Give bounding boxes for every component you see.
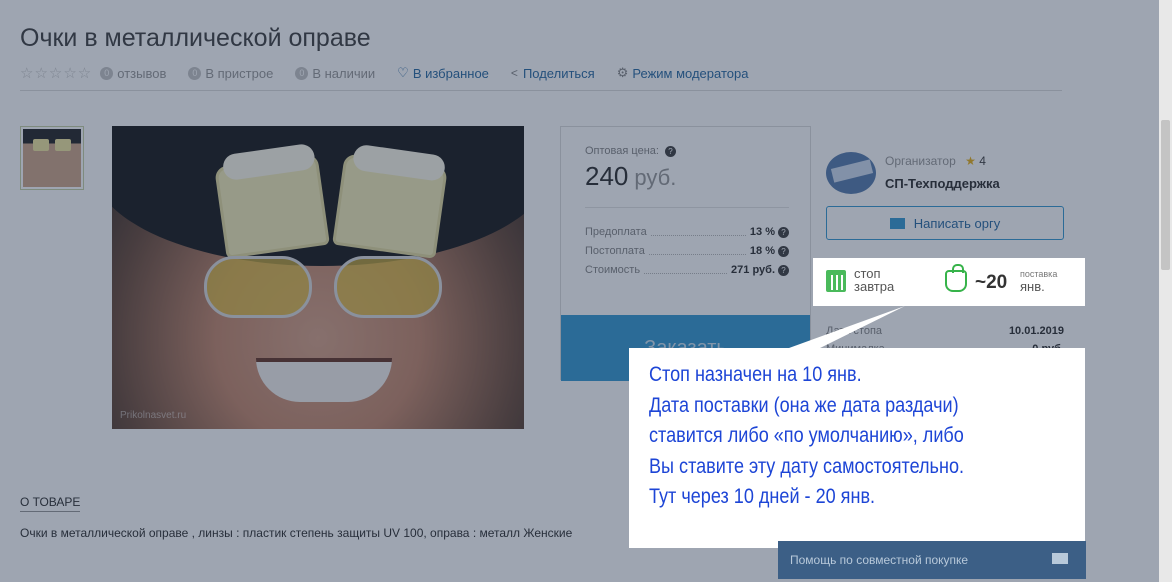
callout-line-3: ставится либо «по умолчанию», либо <box>649 424 964 448</box>
envelope-icon <box>1052 553 1068 564</box>
callout-line-1: Стоп назначен на 10 янв. <box>649 363 862 386</box>
callout-box: Стоп назначен на 10 янв. Дата поставки (… <box>629 348 1085 548</box>
scrollbar-thumb[interactable] <box>1161 120 1170 270</box>
help-label: Помощь по совместной покупке <box>790 553 969 567</box>
stop-delivery-highlight: стоп завтра ~20 поставка янв. <box>813 258 1085 306</box>
calendar-icon <box>826 270 846 292</box>
delivery-label: поставка <box>1020 269 1058 279</box>
stop-when: завтра <box>854 279 895 294</box>
delivery-bag-icon <box>945 264 967 292</box>
callout-line-2: Дата поставки (она же дата раздачи) <box>649 393 959 417</box>
callout-line-5: Тут через 10 дней - 20 янв. <box>649 485 876 509</box>
help-chat-bar[interactable]: Помощь по совместной покупке <box>778 541 1086 579</box>
scrollbar[interactable] <box>1159 0 1172 582</box>
delivery-days: ~20 <box>975 272 1008 293</box>
delivery-month: янв. <box>1020 279 1045 294</box>
callout-line-4: Вы ставите эту дату самостоятельно. <box>649 454 965 478</box>
